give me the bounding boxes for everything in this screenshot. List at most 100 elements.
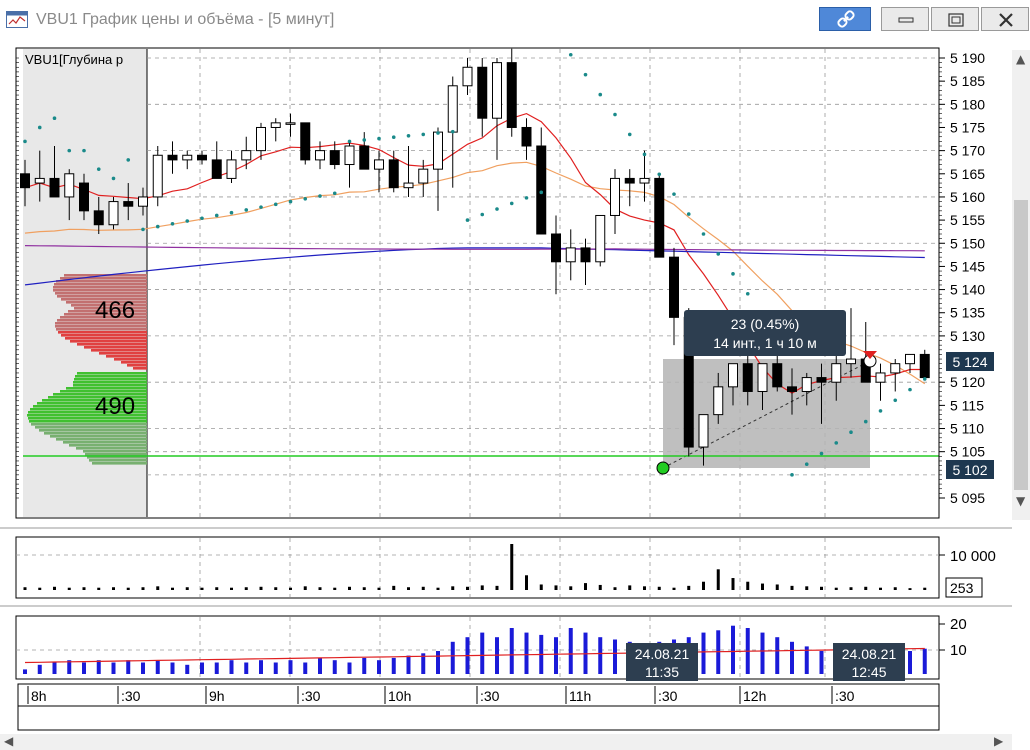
profile-bar-sell	[77, 343, 147, 346]
scroll-down-icon[interactable]: ▼	[1016, 494, 1025, 508]
parabolic-dot	[922, 377, 927, 381]
parabolic-dot	[509, 201, 514, 206]
profile-bar-sell	[55, 325, 147, 328]
indicator-bar	[214, 662, 219, 674]
time-label: 8h	[31, 688, 47, 704]
volume-bar	[746, 581, 750, 590]
horizontal-scrollbar[interactable]	[0, 734, 1012, 750]
volume-bar	[790, 585, 794, 590]
cursor-right-time: 12:45	[851, 664, 886, 680]
maximize-icon	[948, 13, 964, 27]
parabolic-dot	[849, 430, 853, 435]
parabolic-dot	[613, 112, 617, 117]
profile-bar-sell	[56, 280, 147, 283]
maximize-button[interactable]	[931, 7, 979, 31]
indicator-bar	[790, 641, 794, 674]
last-price-value: 5 124	[952, 354, 987, 370]
volume-bar	[333, 587, 337, 590]
level-price-tag: 5 102	[946, 460, 994, 479]
price-tick-label: 5 140	[950, 282, 985, 298]
profile-bar-buy	[77, 372, 147, 375]
indicator-bar	[819, 651, 824, 674]
close-button[interactable]	[981, 7, 1029, 31]
window-title: VBU1 График цены и объёма - [5 минут]	[36, 11, 335, 28]
volume-bar	[38, 587, 42, 590]
parabolic-dot	[436, 131, 440, 135]
profile-bar-buy	[39, 429, 147, 432]
vertical-scroll-thumb[interactable]	[1014, 200, 1028, 490]
price-tick-label: 5 130	[950, 328, 985, 344]
volume-bar	[908, 588, 912, 590]
parabolic-dot	[819, 451, 824, 456]
profile-bar-buy	[31, 423, 147, 426]
profile-bar-sell	[127, 364, 147, 367]
volume-bar	[525, 575, 528, 590]
close-icon	[999, 13, 1013, 27]
parabolic-dot	[465, 218, 470, 222]
parabolic-dot	[804, 462, 809, 466]
indicator-bar	[568, 628, 573, 674]
parabolic-dot	[450, 129, 455, 134]
scroll-left-icon[interactable]: ◀	[4, 734, 13, 748]
minimize-button[interactable]	[881, 7, 929, 31]
tooltip-duration: 14 инт., 1 ч 10 м	[713, 335, 817, 351]
scroll-right-icon[interactable]: ▶	[994, 734, 1003, 748]
profile-bar-buy	[76, 447, 147, 450]
profile-bar-sell	[99, 352, 147, 355]
volume-bar	[126, 587, 130, 590]
price-tick-label: 5 145	[950, 258, 985, 274]
indicator-bar	[613, 639, 617, 674]
price-tick-label: 5 160	[950, 189, 985, 205]
price-tick-label: 5 135	[950, 305, 985, 321]
price-tick-label: 5 165	[950, 166, 985, 182]
link-button[interactable]	[819, 7, 871, 31]
time-axis[interactable]: 8h:30 9h:30 10h:30 11h:30 12h:30	[17, 683, 940, 731]
volume-bar	[554, 585, 558, 590]
volume-bar	[893, 587, 897, 590]
parabolic-dot	[406, 134, 411, 138]
volume-bar	[171, 587, 174, 590]
profile-bar-buy	[35, 426, 147, 429]
indicator-panel[interactable]: 20 10 24.08.21 11:35 24.08.21 12:45	[15, 615, 967, 681]
parabolic-dot	[391, 135, 396, 139]
time-label: :30	[658, 688, 678, 704]
profile-bar-sell	[61, 334, 147, 337]
profile-bar-buy	[56, 438, 147, 441]
price-tick-label: 5 190	[950, 50, 985, 66]
cursor-time-left: 24.08.21 11:35	[626, 643, 698, 681]
minimize-icon	[898, 17, 914, 23]
chart-area[interactable]: 466 490 VBU1[Глубина р 23 (0.45%) 14 инт…	[0, 40, 1030, 750]
parabolic-dot	[67, 148, 72, 153]
profile-bar-sell	[91, 349, 147, 352]
profile-bar-sell	[54, 283, 147, 286]
chart-canvas[interactable]: 466 490 VBU1[Глубина р 23 (0.45%) 14 инт…	[0, 40, 1012, 734]
time-label: :30	[835, 688, 855, 704]
profile-bar-buy	[50, 435, 147, 438]
parabolic-dot	[893, 398, 898, 403]
profile-bar-buy	[69, 444, 147, 447]
indicator-bar	[524, 632, 529, 674]
profile-bar-buy	[89, 459, 147, 462]
volume-bar	[539, 584, 543, 590]
profile-bar-buy	[29, 420, 147, 423]
profile-bar-sell	[133, 367, 147, 370]
volume-bar	[259, 586, 263, 590]
volume-bar	[584, 583, 587, 590]
indicator-bar	[155, 660, 160, 674]
scroll-up-icon[interactable]: ▲	[1016, 52, 1025, 66]
price-panel[interactable]: 466 490 VBU1[Глубина р 23 (0.45%) 14 инт…	[15, 40, 940, 519]
parabolic-dot	[583, 72, 588, 77]
price-tick-label: 5 180	[950, 96, 985, 112]
parabolic-dot	[141, 227, 145, 232]
volume-panel[interactable]: 10 000 253	[15, 536, 996, 599]
profile-bar-buy	[63, 441, 147, 444]
parabolic-dot	[126, 158, 131, 162]
measure-tooltip: 23 (0.45%) 14 инт., 1 ч 10 м	[684, 310, 846, 356]
title-bar: VBU1 График цены и объёма - [5 минут]	[0, 0, 1030, 40]
measure-start-marker[interactable]	[656, 461, 670, 475]
volume-bar	[377, 587, 381, 590]
volume-bar	[200, 587, 204, 590]
indicator-bar	[598, 637, 603, 674]
volume-bar	[510, 544, 514, 590]
indicator-bar	[509, 628, 514, 674]
